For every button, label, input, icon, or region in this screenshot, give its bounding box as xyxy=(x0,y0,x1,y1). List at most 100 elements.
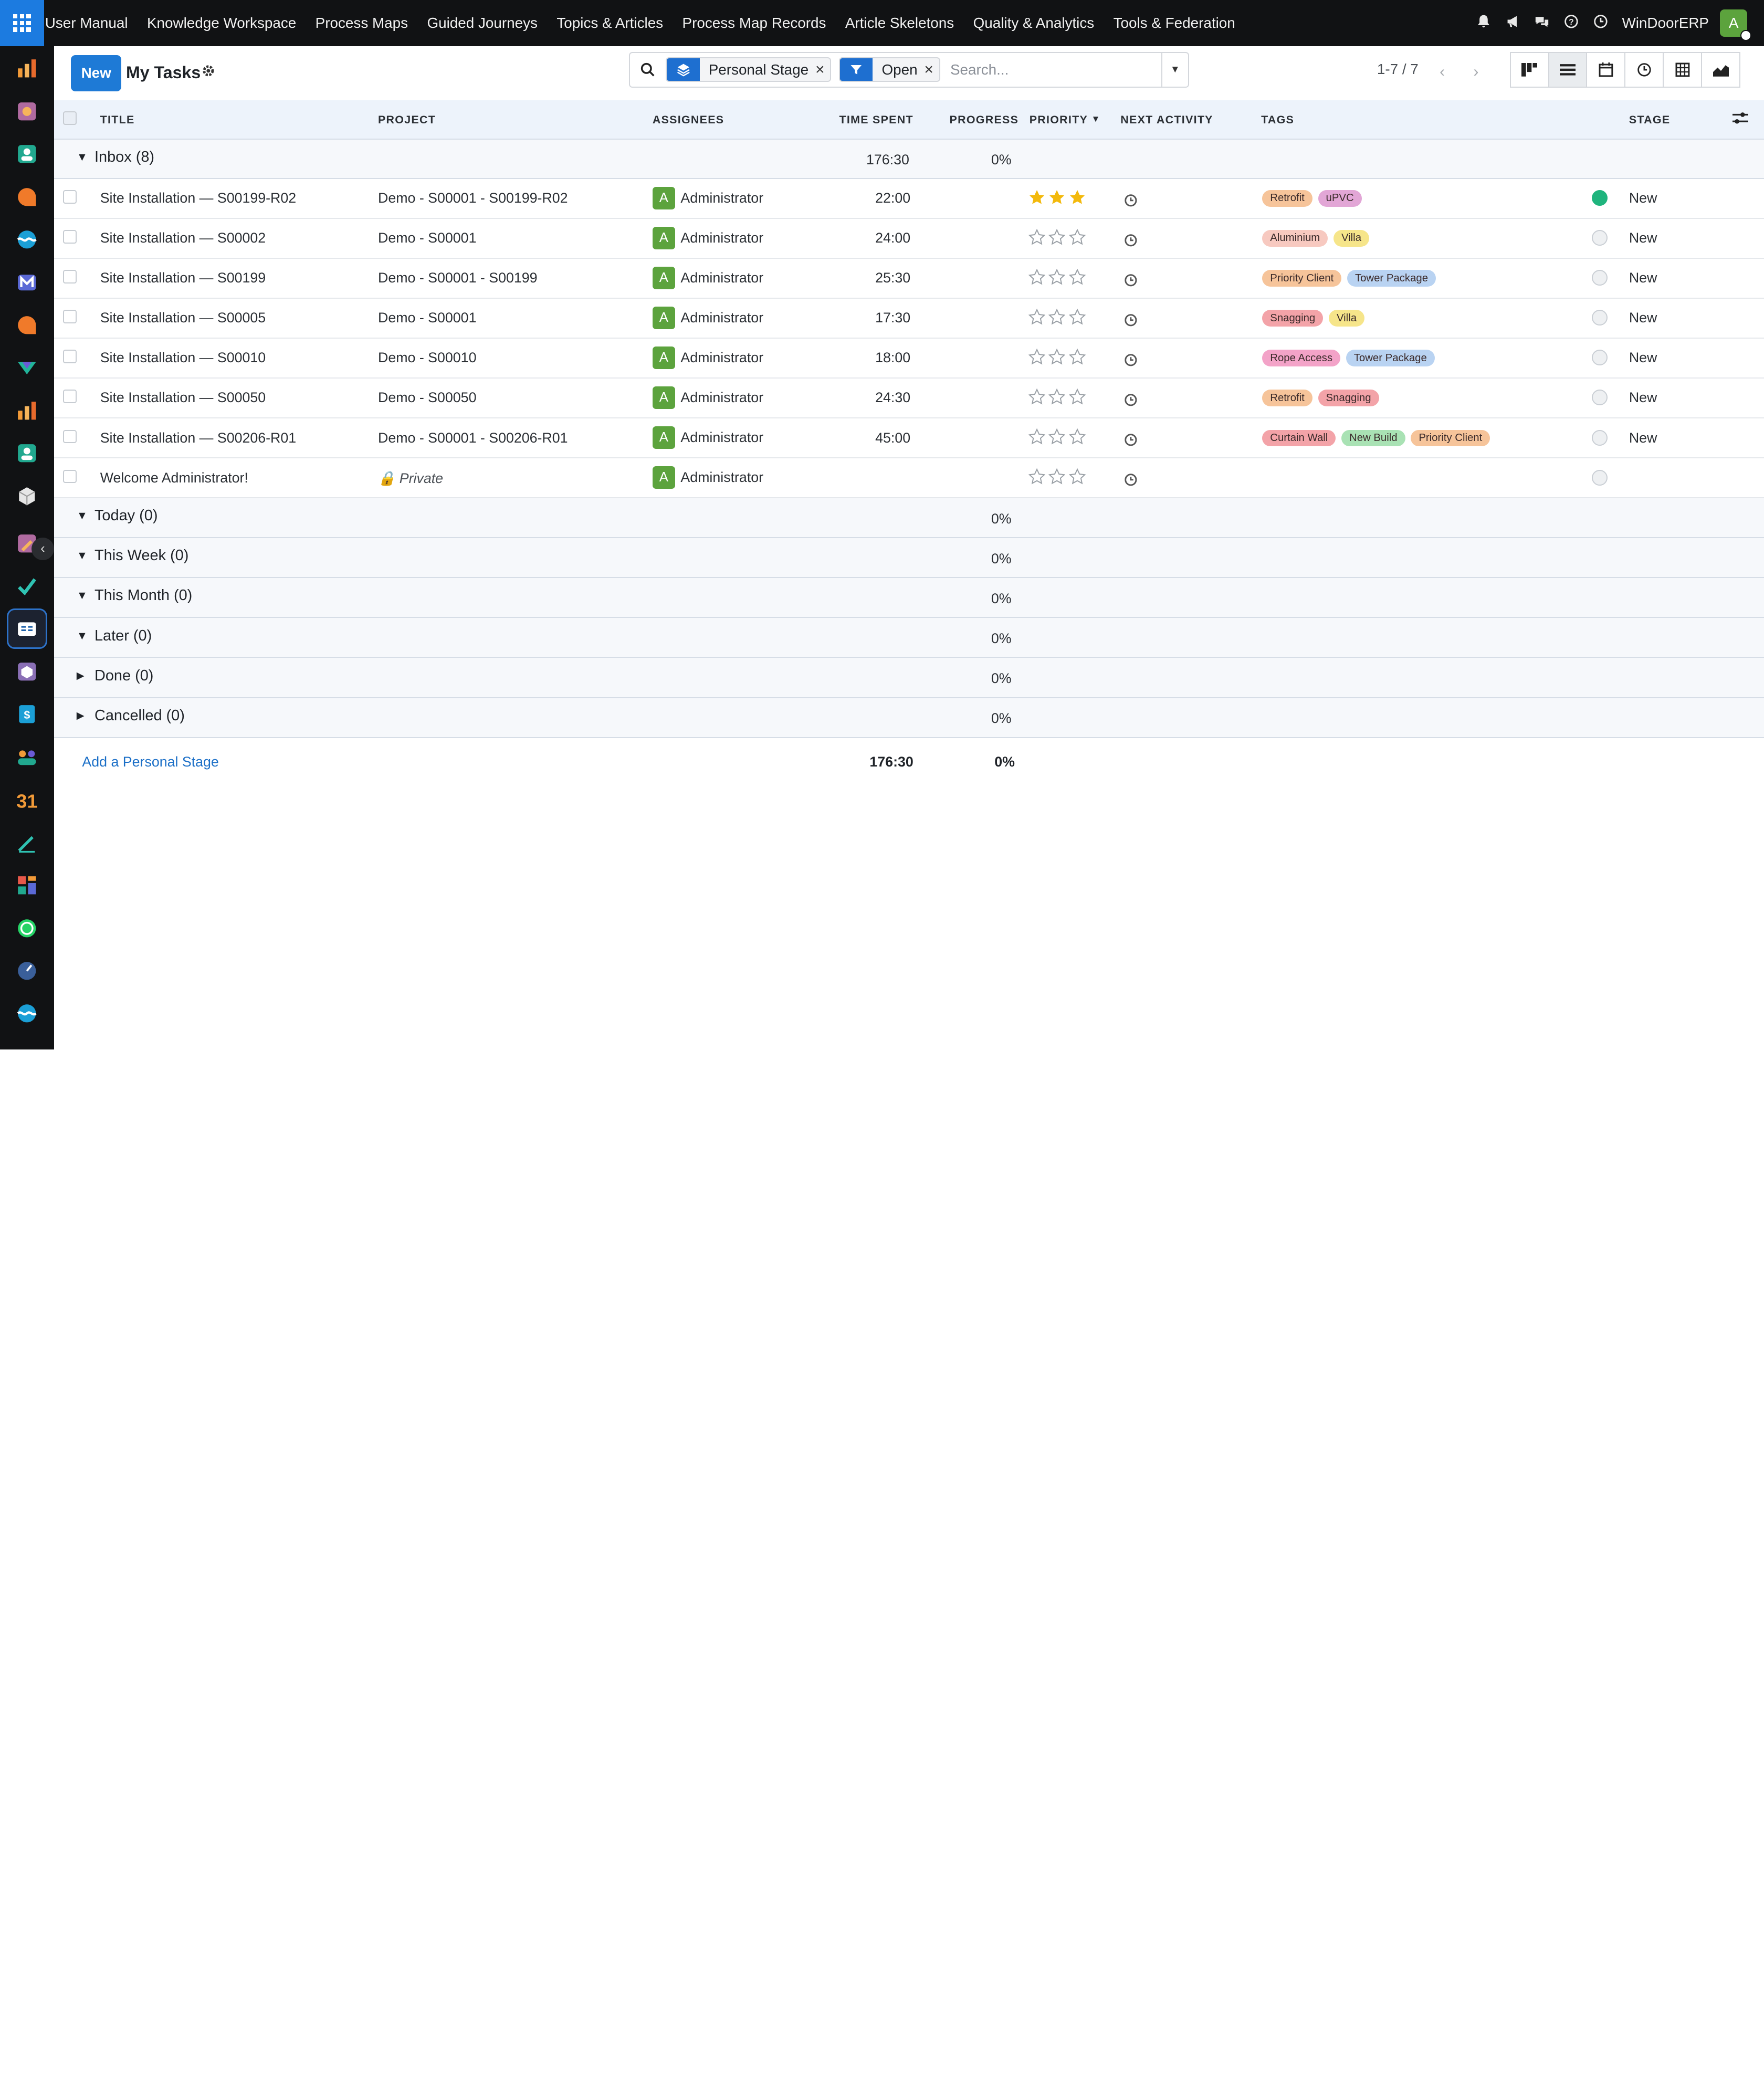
col-priority[interactable]: PRIORITY xyxy=(1030,113,1088,127)
kanban-state-dot[interactable] xyxy=(1592,390,1608,406)
group-row[interactable]: ▶ Done (0) 0% xyxy=(54,658,1764,698)
priority-star-icon[interactable] xyxy=(1069,189,1086,211)
table-row[interactable]: Site Installation — S00005 Demo - S00001 A… xyxy=(54,299,1764,339)
activity-view-icon[interactable] xyxy=(1624,51,1664,88)
priority-star-icon[interactable] xyxy=(1048,308,1066,330)
page-title[interactable]: My Tasks xyxy=(126,63,201,82)
app-project-icon[interactable] xyxy=(16,617,38,640)
column-settings-icon[interactable] xyxy=(1732,111,1748,128)
priority-star-icon[interactable] xyxy=(1048,268,1066,290)
list-view-icon[interactable] xyxy=(1548,51,1588,88)
activity-clock-icon[interactable] xyxy=(1124,231,1138,251)
priority-star-icon[interactable] xyxy=(1048,348,1066,370)
graph-view-icon[interactable] xyxy=(1701,51,1740,88)
col-assignees[interactable]: ASSIGNEES xyxy=(653,113,724,127)
priority-star-icon[interactable] xyxy=(1068,308,1086,330)
row-checkbox[interactable] xyxy=(62,469,77,484)
table-row[interactable]: Site Installation — S00050 Demo - S00050 A… xyxy=(54,379,1764,419)
menu-item[interactable]: Guided Journeys xyxy=(417,15,547,32)
app-inventory-icon[interactable] xyxy=(16,356,38,379)
app-team-icon[interactable] xyxy=(16,746,38,769)
bell-icon[interactable] xyxy=(1469,14,1498,33)
remove-facet-icon[interactable]: × xyxy=(924,61,939,79)
priority-star-icon[interactable] xyxy=(1048,388,1066,410)
priority-star-icon[interactable] xyxy=(1068,268,1086,290)
menu-item[interactable]: Process Maps xyxy=(306,15,417,32)
menu-item[interactable]: Tools & Federation xyxy=(1104,15,1245,32)
app-cube-icon[interactable] xyxy=(16,485,38,508)
kanban-state-dot[interactable] xyxy=(1592,350,1608,366)
app-waves-icon[interactable] xyxy=(16,228,38,251)
remove-facet-icon[interactable]: × xyxy=(815,61,830,79)
priority-star-icon[interactable] xyxy=(1028,388,1045,410)
priority-star-icon[interactable] xyxy=(1048,468,1066,490)
group-row[interactable]: ▶ Cancelled (0) 0% xyxy=(54,698,1764,738)
company-name[interactable]: WinDoorERP xyxy=(1615,15,1720,32)
app-contacts-icon[interactable] xyxy=(16,143,38,165)
activity-clock-icon[interactable] xyxy=(1124,351,1138,372)
table-row[interactable]: Welcome Administrator! 🔒 Private A Administ… xyxy=(54,458,1764,499)
row-checkbox[interactable] xyxy=(62,230,77,244)
menu-item[interactable]: Process Map Records xyxy=(673,15,835,32)
table-row[interactable]: Site Installation — S00199 Demo - S00001 … xyxy=(54,259,1764,299)
priority-star-icon[interactable] xyxy=(1028,468,1045,490)
help-icon[interactable]: ? xyxy=(1557,14,1586,33)
table-row[interactable]: Site Installation — S00002 Demo - S00001 A… xyxy=(54,219,1764,259)
select-all-checkbox[interactable] xyxy=(62,111,77,125)
row-checkbox[interactable] xyxy=(62,350,77,364)
table-row[interactable]: Site Installation — S00010 Demo - S00010 A… xyxy=(54,339,1764,379)
col-time-spent[interactable]: TIME SPENT xyxy=(839,113,914,127)
megaphone-icon[interactable] xyxy=(1498,14,1528,33)
activity-clock-icon[interactable] xyxy=(1124,431,1138,452)
menu-item[interactable]: Quality & Analytics xyxy=(963,15,1104,32)
activity-clock-icon[interactable] xyxy=(1124,391,1138,412)
kanban-state-dot[interactable] xyxy=(1592,310,1608,326)
group-row[interactable]: ▼ Today (0) 0% xyxy=(54,498,1764,539)
table-row[interactable]: Site Installation — S00206-R01 Demo - S00… xyxy=(54,418,1764,459)
app-invoicing-icon[interactable]: $ xyxy=(16,703,38,726)
priority-star-icon[interactable] xyxy=(1048,228,1066,250)
row-checkbox[interactable] xyxy=(62,390,77,404)
chevron-left-icon[interactable]: ‹ xyxy=(1426,55,1458,89)
priority-star-icon[interactable] xyxy=(1028,189,1045,211)
group-row[interactable]: ▼ This Week (0) 0% xyxy=(54,538,1764,579)
whatsapp-icon[interactable] xyxy=(16,917,38,939)
priority-star-icon[interactable] xyxy=(1028,428,1045,450)
row-checkbox[interactable] xyxy=(62,270,77,284)
col-project[interactable]: PROJECT xyxy=(378,113,436,127)
search-input[interactable]: Search... xyxy=(948,61,1161,78)
priority-star-icon[interactable] xyxy=(1028,348,1045,370)
user-avatar[interactable]: A xyxy=(1720,9,1752,41)
col-next-activity[interactable]: NEXT ACTIVITY xyxy=(1120,113,1213,127)
pager-value[interactable]: 1-7 / 7 xyxy=(1377,61,1419,78)
priority-star-icon[interactable] xyxy=(1068,428,1086,450)
priority-star-icon[interactable] xyxy=(1068,348,1086,370)
priority-star-icon[interactable] xyxy=(1068,468,1086,490)
priority-star-icon[interactable] xyxy=(1028,228,1045,250)
pivot-view-icon[interactable] xyxy=(1663,51,1703,88)
col-progress[interactable]: PROGRESS xyxy=(950,113,1019,127)
group-row[interactable]: ▼ This Month (0) 0% xyxy=(54,578,1764,618)
gear-icon[interactable] xyxy=(202,64,215,81)
priority-star-icon[interactable] xyxy=(1048,189,1065,211)
kanban-state-dot[interactable] xyxy=(1592,230,1608,246)
row-checkbox[interactable] xyxy=(62,429,77,444)
group-row[interactable]: ▼ Later (0) 0% xyxy=(54,618,1764,658)
apps-menu-button[interactable] xyxy=(0,0,44,46)
app-manufacturing-icon[interactable] xyxy=(16,660,38,683)
activity-clock-icon[interactable] xyxy=(1124,191,1138,212)
menu-item[interactable]: User Manual xyxy=(44,15,138,32)
table-row[interactable]: Site Installation — S00199-R02 Demo - S00… xyxy=(54,179,1764,219)
activity-clock-icon[interactable] xyxy=(1124,311,1138,331)
row-checkbox[interactable] xyxy=(62,310,77,324)
group-row-inbox[interactable]: ▼ Inbox (8) 176:30 0% xyxy=(54,139,1764,179)
col-tags[interactable]: TAGS xyxy=(1261,113,1294,127)
chevron-right-icon[interactable]: › xyxy=(1460,55,1492,89)
activity-clock-icon[interactable] xyxy=(1124,471,1138,491)
menu-item[interactable]: Topics & Articles xyxy=(547,15,673,32)
calendar-view-icon[interactable] xyxy=(1586,51,1626,88)
priority-star-icon[interactable] xyxy=(1068,228,1086,250)
menu-item[interactable]: Article Skeletons xyxy=(836,15,964,32)
add-personal-stage-link[interactable]: Add a Personal Stage xyxy=(82,754,218,770)
kanban-view-icon[interactable] xyxy=(1509,51,1549,88)
